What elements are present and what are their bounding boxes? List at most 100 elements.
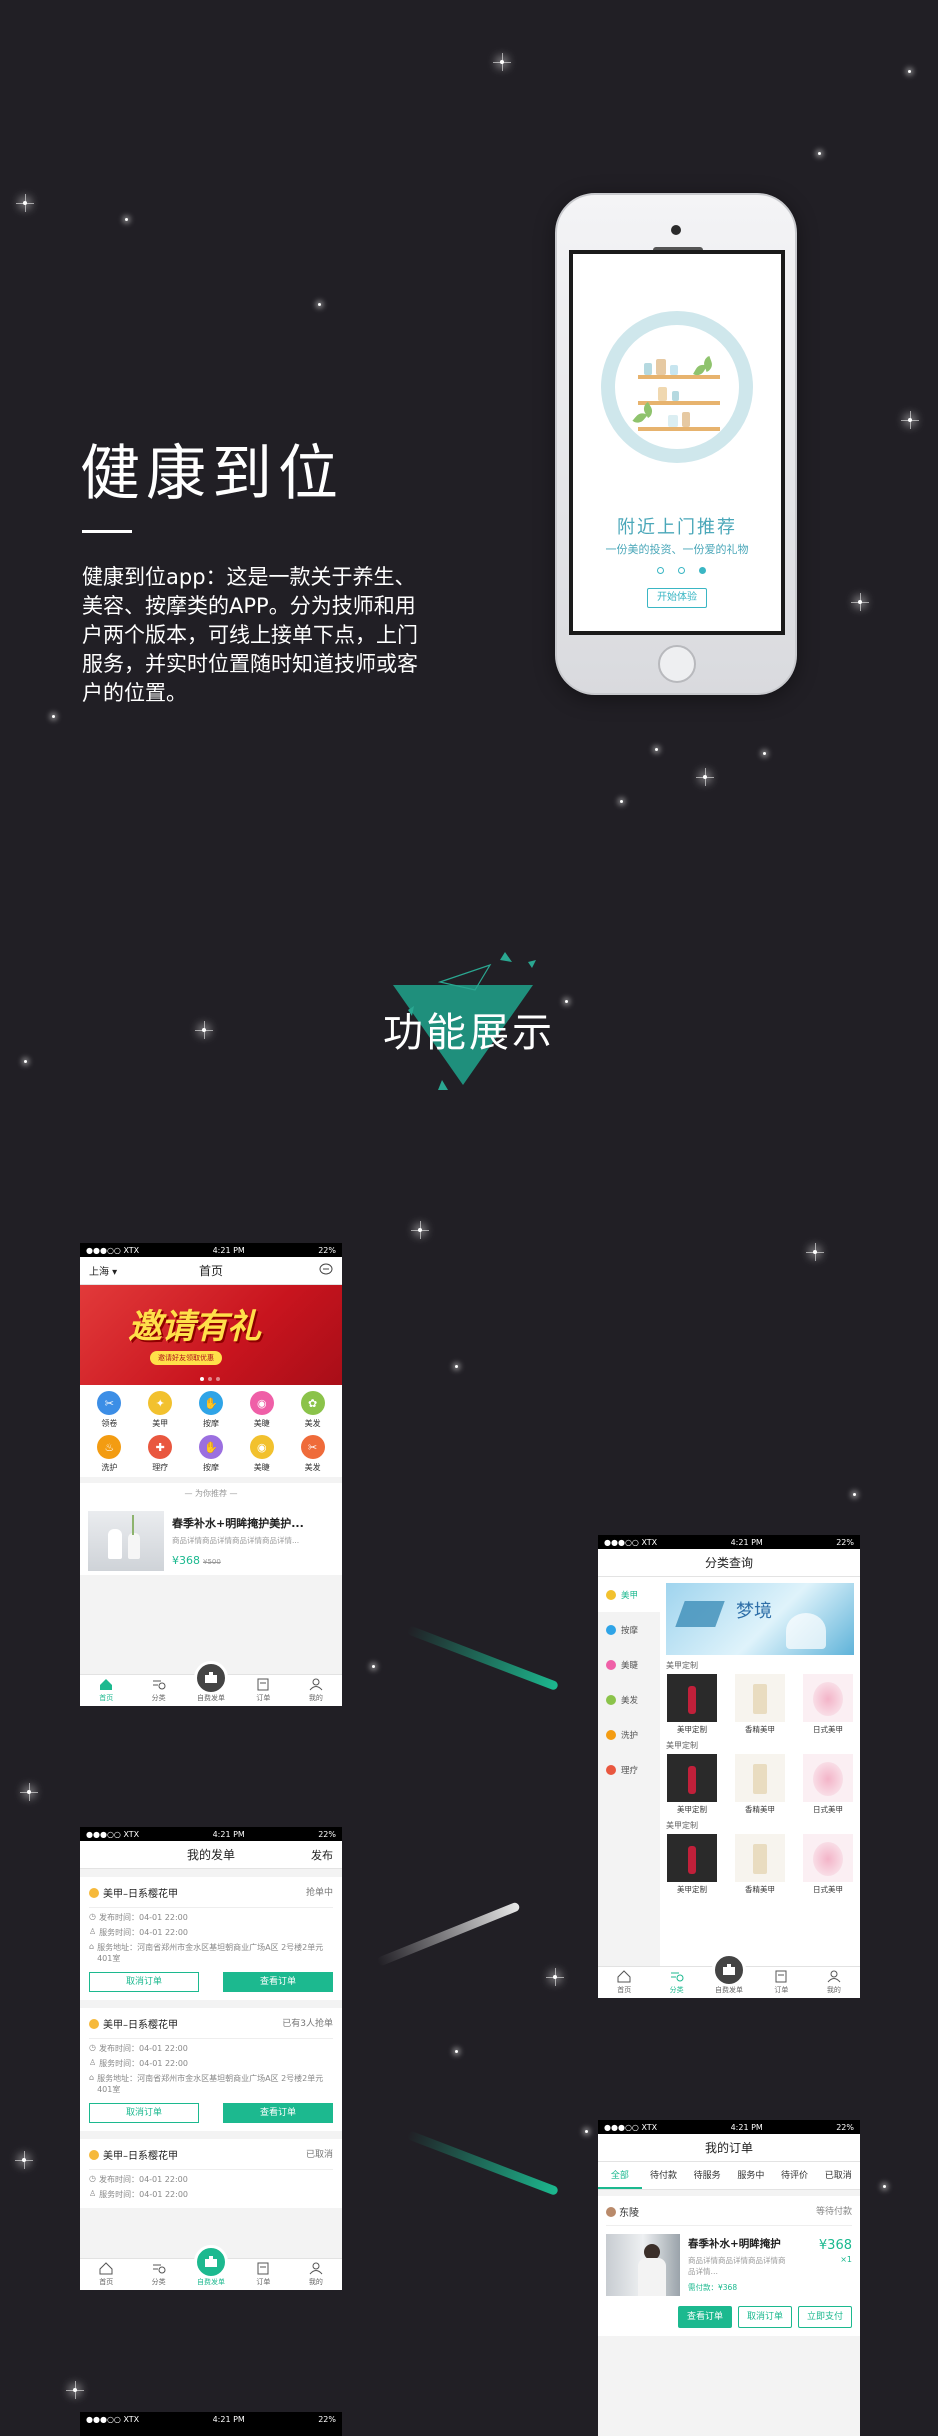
section-title: 功能展示 xyxy=(383,1010,555,1056)
tab-mine[interactable]: 我的 xyxy=(290,2259,342,2290)
tab-category-label: 分类 xyxy=(151,1694,166,1702)
tab-category[interactable]: 分类 xyxy=(650,1967,702,1998)
product-item[interactable]: 日式美甲 xyxy=(802,1754,854,1815)
product-item[interactable]: 香精美甲 xyxy=(734,1754,786,1815)
sidebar-label: 理疗 xyxy=(621,1765,639,1776)
tab-post[interactable]: 自费发单 xyxy=(185,2245,237,2290)
post-card[interactable]: 美甲–日系樱花甲 已有3人抢单 ◷ 发布时间：04-01 22:00 ♙ 服务时间：04-… xyxy=(80,2008,342,2131)
service-address: ⌂ 服务地址：河南省郑州市金水区基坦朝商业广场A区 2号楼2单元401室 xyxy=(89,1942,333,1964)
sidebar-item-3[interactable]: 美发 xyxy=(598,1682,660,1717)
category-icon: ✚ xyxy=(148,1435,173,1459)
carrier: ●●●○○ XTX xyxy=(604,2122,658,2132)
product-item[interactable]: 香精美甲 xyxy=(734,1674,786,1735)
category-banner[interactable]: 梦境 xyxy=(666,1583,854,1655)
category-icon: ✋ xyxy=(198,1391,223,1415)
message-icon[interactable] xyxy=(319,1263,333,1278)
address-label: 服务地址：河南省郑州市金水区基坦朝商业广场A区 2号楼2单元401室 xyxy=(97,1943,324,1963)
post-list: 美甲–日系樱花甲 抢单中 ◷ 发布时间：04-01 22:00 ♙ 服务时间：04-01 … xyxy=(80,1869,342,2208)
category-item[interactable]: ✋ 按摩 xyxy=(186,1435,237,1473)
start-button[interactable]: 开始体验 xyxy=(647,588,707,608)
product-label: 日式美甲 xyxy=(813,1725,843,1734)
price: ¥368 xyxy=(172,1554,200,1567)
cancel-order-button[interactable]: 取消订单 xyxy=(89,1972,199,1992)
order-item[interactable]: 春季补水+明眸掩护 商品详情商品详情商品详情商品详情… 需付款：¥368 ¥36… xyxy=(606,2234,852,2296)
category-item[interactable]: ♨ 洗护 xyxy=(84,1435,135,1473)
product-item[interactable]: 美甲定制 xyxy=(666,1834,718,1895)
group-header: 美甲定制 xyxy=(666,1821,698,1830)
shelf-illustration xyxy=(632,349,720,433)
app-title: 健康到位 xyxy=(80,439,344,509)
order-tab-0[interactable]: 全部 xyxy=(598,2162,642,2189)
product-item[interactable]: 香精美甲 xyxy=(734,1834,786,1895)
category-item[interactable]: ✂ 领卷 xyxy=(84,1391,135,1429)
category-item[interactable]: ◉ 美睫 xyxy=(236,1391,287,1429)
cancel-order-button[interactable]: 取消订单 xyxy=(89,2103,199,2123)
product-image xyxy=(88,1511,164,1571)
clipboard-icon xyxy=(256,1678,270,1691)
category-item[interactable]: ✚ 理疗 xyxy=(135,1435,186,1473)
product-thumb xyxy=(735,1834,785,1882)
product-item[interactable]: 美甲定制 xyxy=(666,1674,718,1735)
clock: 4:21 PM xyxy=(212,2414,245,2424)
publish-button[interactable]: 发布 xyxy=(311,1847,333,1863)
sidebar-label: 美甲 xyxy=(621,1590,639,1601)
order-tab-1[interactable]: 待付款 xyxy=(642,2162,686,2189)
category-item[interactable]: ✋ 按摩 xyxy=(186,1391,237,1429)
tab-category-label: 分类 xyxy=(151,2278,166,2286)
tab-orders[interactable]: 订单 xyxy=(237,2259,289,2290)
tab-post[interactable]: 自费发单 xyxy=(703,1953,755,1998)
category-item[interactable]: ✿ 美发 xyxy=(287,1391,338,1429)
battery: 22% xyxy=(836,2122,854,2132)
view-order-button[interactable]: 查看订单 xyxy=(223,2103,333,2123)
order-tab-3[interactable]: 服务中 xyxy=(729,2162,773,2189)
post-time-label: 发布时间：04-01 22:00 xyxy=(98,2175,188,2184)
tab-mine[interactable]: 我的 xyxy=(290,1675,342,1706)
tab-orders-label: 订单 xyxy=(256,2278,271,2286)
tab-post[interactable]: 自费发单 xyxy=(185,1661,237,1706)
tab-orders[interactable]: 订单 xyxy=(755,1967,807,1998)
sidebar-item-0[interactable]: 美甲 xyxy=(598,1577,660,1612)
list-search-icon xyxy=(152,1678,166,1691)
post-time-label: 发布时间：04-01 22:00 xyxy=(98,2044,188,2053)
product-item[interactable]: 美甲定制 xyxy=(666,1754,718,1815)
order-tab-4[interactable]: 待评价 xyxy=(773,2162,817,2189)
app-description: 健康到位app：这是一款关于养生、美容、按摩类的APP。分为技师和用户两个版本，… xyxy=(82,565,418,705)
category-item[interactable]: ✦ 美甲 xyxy=(135,1391,186,1429)
product-item[interactable]: 日式美甲 xyxy=(802,1674,854,1735)
order-tab-2[interactable]: 待服务 xyxy=(685,2162,729,2189)
post-card[interactable]: 美甲–日系樱花甲 抢单中 ◷ 发布时间：04-01 22:00 ♙ 服务时间：04-01 … xyxy=(80,1877,342,2000)
status-bar: ●●●○○ XTX 4:21 PM 22% xyxy=(80,1827,342,1841)
product-thumb xyxy=(667,1754,717,1802)
city-selector[interactable]: 上海 ▾ xyxy=(89,1263,117,1278)
tab-category[interactable]: 分类 xyxy=(132,2259,184,2290)
product-item[interactable]: 日式美甲 xyxy=(802,1834,854,1895)
order-tab-5[interactable]: 已取消 xyxy=(816,2162,860,2189)
tab-category[interactable]: 分类 xyxy=(132,1675,184,1706)
post-card[interactable]: 美甲–日系樱花甲 已取消 ◷ 发布时间：04-01 22:00 ♙ 服务时间：04-01 … xyxy=(80,2139,342,2208)
tab-home[interactable]: 首页 xyxy=(598,1967,650,1998)
location-icon: ⌂ xyxy=(89,1942,95,1951)
tab-orders[interactable]: 订单 xyxy=(237,1675,289,1706)
tab-mine[interactable]: 我的 xyxy=(808,1967,860,1998)
tab-bar: 首页 分类 自费发单 订单 我的 xyxy=(80,2245,342,2290)
post-time: ◷ 发布时间：04-01 22:00 xyxy=(89,2174,333,2185)
cancel-order-button[interactable]: 取消订单 xyxy=(737,2306,792,2328)
clock: 4:21 PM xyxy=(730,1537,763,1547)
view-order-button[interactable]: 查看订单 xyxy=(223,1972,333,1992)
home-screen: ●●●○○ XTX 4:21 PM 22% 上海 ▾ 首页 邀请有礼 邀请好友领取优… xyxy=(80,1243,342,1706)
product-thumb xyxy=(667,1834,717,1882)
promo-banner[interactable]: 邀请有礼 邀请好友领取优惠 xyxy=(80,1285,342,1385)
sidebar-item-1[interactable]: 按摩 xyxy=(598,1612,660,1647)
sidebar-item-5[interactable]: 理疗 xyxy=(598,1752,660,1787)
sidebar-item-2[interactable]: 美睫 xyxy=(598,1647,660,1682)
pay-now-button[interactable]: 立即支付 xyxy=(797,2306,852,2328)
category-item[interactable]: ◉ 美睫 xyxy=(236,1435,287,1473)
sidebar-item-4[interactable]: 洗护 xyxy=(598,1717,660,1752)
tab-home[interactable]: 首页 xyxy=(80,2259,132,2290)
view-order-button[interactable]: 查看订单 xyxy=(677,2306,732,2328)
product-card[interactable]: 春季补水+明眸掩护美护... 商品详情商品详情商品详情商品详情... ¥368 ¥… xyxy=(80,1505,342,1575)
clipboard-icon xyxy=(256,2262,270,2275)
tab-home[interactable]: 首页 xyxy=(80,1675,132,1706)
category-item[interactable]: ✂ 美发 xyxy=(287,1435,338,1473)
shop-name: 东陵 xyxy=(606,2204,639,2219)
